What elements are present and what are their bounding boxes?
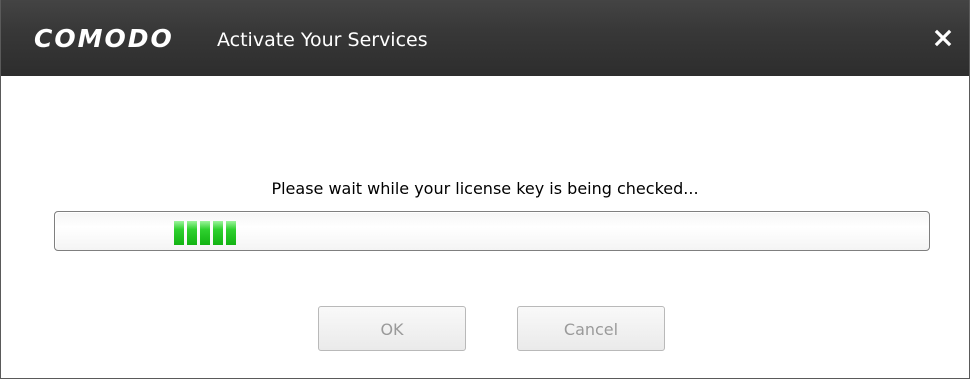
- comodo-logo: COMODO: [34, 24, 174, 53]
- close-icon: [934, 29, 952, 47]
- progress-chunk: [174, 221, 184, 245]
- cancel-button[interactable]: Cancel: [517, 306, 665, 351]
- progress-chunk: [213, 221, 223, 245]
- status-message: Please wait while your license key is be…: [271, 179, 699, 198]
- close-button[interactable]: [931, 26, 955, 50]
- progress-chunk: [200, 221, 210, 245]
- progress-fill: [174, 221, 236, 245]
- activation-dialog: COMODO Activate Your Services Please wai…: [0, 0, 970, 379]
- progress-chunk: [226, 221, 236, 245]
- title-bar[interactable]: COMODO Activate Your Services: [1, 0, 969, 76]
- progress-chunk: [187, 221, 197, 245]
- progress-bar: [54, 211, 930, 251]
- window-title: Activate Your Services: [217, 29, 428, 51]
- ok-button[interactable]: OK: [318, 306, 466, 351]
